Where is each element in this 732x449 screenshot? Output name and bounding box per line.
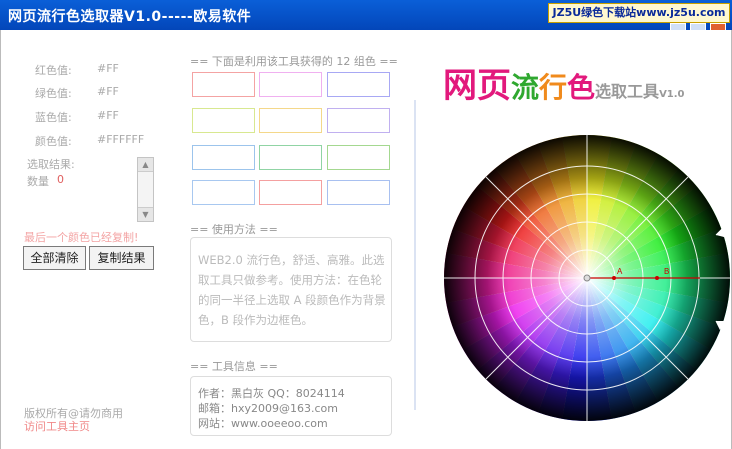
marker-b-dot[interactable] <box>655 276 659 280</box>
scroll-down-icon[interactable]: ▼ <box>138 207 153 221</box>
color-swatch[interactable] <box>327 72 390 97</box>
red-value: #FF <box>97 62 119 75</box>
color-swatch[interactable] <box>327 180 390 205</box>
color-swatch[interactable] <box>192 145 255 170</box>
title-bar: 网页流行色选取器V1.0-----欧易软件 JZ5U绿色下载站www.jz5u.… <box>0 0 732 32</box>
color-wheel[interactable]: A B <box>442 133 732 423</box>
center-dot <box>583 274 591 282</box>
swatches-title: == 下面是利用该工具获得的 12 组色 == <box>190 55 398 68</box>
usage-title: == 使用方法 == <box>190 223 278 236</box>
website-line: 网站：www.ooeeoo.com <box>198 417 328 430</box>
color-swatch[interactable] <box>192 180 255 205</box>
marker-b-label: B <box>664 267 669 276</box>
color-swatch[interactable] <box>259 180 322 205</box>
copy-result-button[interactable]: 复制结果 <box>89 246 154 270</box>
usage-text: WEB2.0 流行色，舒适、高雅。此选取工具只做参考。使用方法：在色轮的同一半径… <box>198 253 386 327</box>
color-swatch[interactable] <box>192 108 255 133</box>
color-label: 颜色值: <box>35 135 72 148</box>
site-badge: JZ5U绿色下载站www.jz5u.com <box>548 3 730 23</box>
blue-label: 蓝色值: <box>35 111 72 124</box>
author-line: 作者：黑白灰 QQ：8024114 <box>198 387 345 400</box>
count-value: 0 <box>57 173 64 186</box>
app-logo: 网页流行色选取工具V1.0 <box>443 58 685 107</box>
logo-part3: 行 <box>539 71 568 104</box>
marker-a-dot[interactable] <box>612 276 616 280</box>
window-title: 网页流行色选取器V1.0-----欧易软件 <box>8 9 252 25</box>
homepage-link[interactable]: 访问工具主页 <box>24 418 90 434</box>
copy-status: 最后一个颜色已经复制! <box>24 231 139 244</box>
green-label: 绿色值: <box>35 87 72 100</box>
color-swatch[interactable] <box>192 72 255 97</box>
result-scrollbar[interactable]: ▲ ▼ <box>137 157 154 222</box>
clear-all-button[interactable]: 全部清除 <box>23 246 86 270</box>
logo-part2: 流 <box>511 71 540 104</box>
color-swatch[interactable] <box>327 108 390 133</box>
info-title: == 工具信息 == <box>190 360 278 373</box>
color-swatch[interactable] <box>259 108 322 133</box>
logo-part1: 网页 <box>443 66 511 106</box>
result-label: 选取结果: <box>27 158 75 171</box>
color-value: #FFFFFF <box>97 133 145 146</box>
logo-version: V1.0 <box>659 89 685 100</box>
logo-part4: 色 <box>567 71 596 104</box>
marker-a-label: A <box>617 267 623 276</box>
color-swatch[interactable] <box>327 145 390 170</box>
email-line: 邮箱：hxy2009@163.com <box>198 402 338 415</box>
vertical-divider <box>414 100 416 410</box>
blue-value: #FF <box>97 109 119 122</box>
green-value: #FF <box>97 85 119 98</box>
info-text: 作者：黑白灰 QQ：8024114 邮箱：hxy2009@163.com 网站：… <box>198 386 345 431</box>
color-swatch[interactable] <box>259 72 322 97</box>
red-label: 红色值: <box>35 64 72 77</box>
color-swatch[interactable] <box>259 145 322 170</box>
logo-part5: 选取工具 <box>595 82 660 101</box>
scroll-up-icon[interactable]: ▲ <box>138 158 153 172</box>
count-label: 数量 <box>27 175 49 188</box>
